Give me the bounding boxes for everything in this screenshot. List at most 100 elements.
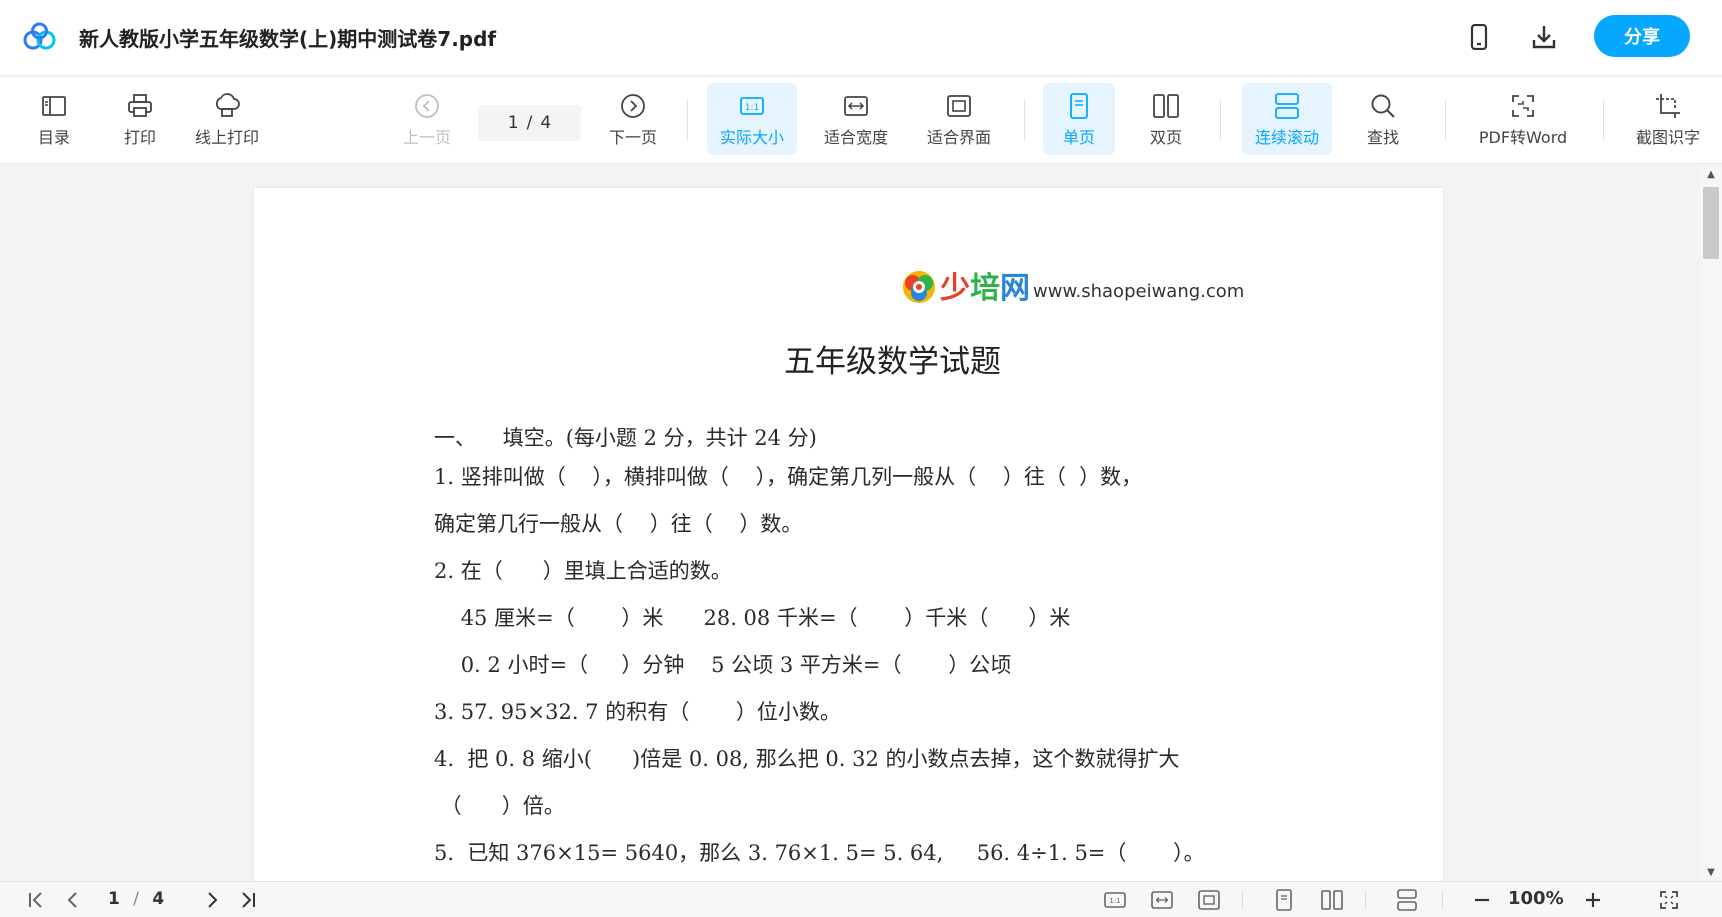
zoom-level: 100% xyxy=(1508,888,1564,909)
toc-button[interactable]: 目录 xyxy=(33,83,75,155)
next-page-icon[interactable] xyxy=(198,886,226,914)
first-page-icon[interactable] xyxy=(22,886,50,914)
single-page-button[interactable]: 单页 xyxy=(1043,83,1115,155)
actual-size-small-icon[interactable]: 1:1 xyxy=(1101,886,1129,914)
cloud-print-icon xyxy=(215,92,240,117)
fit-width-button[interactable]: 适合宽度 xyxy=(820,83,892,155)
status-current-page: 1 xyxy=(108,889,120,909)
question-line: （ ）倍。 xyxy=(434,794,565,818)
chevron-left-circle-icon xyxy=(415,93,439,118)
prev-page-label: 上一页 xyxy=(402,127,451,147)
document-viewer[interactable]: 少培网 www.shaopeiwang.com 五年级数学试题 一、 填空。(每… xyxy=(0,165,1700,881)
toolbar-divider xyxy=(1220,99,1221,141)
status-total-pages: 4 xyxy=(152,889,165,909)
actual-size-button[interactable]: 1:1 实际大小 xyxy=(707,83,797,155)
continuous-scroll-small-icon[interactable] xyxy=(1393,886,1421,914)
actual-size-icon: 1:1 xyxy=(740,96,764,115)
single-page-label: 单页 xyxy=(1062,127,1095,147)
scroll-down-arrow[interactable]: ▼ xyxy=(1700,863,1722,881)
baidu-netdisk-logo xyxy=(23,22,56,50)
exam-heading: 五年级数学试题 xyxy=(784,344,1001,380)
scrollbar-thumb[interactable] xyxy=(1703,187,1719,259)
logo-char-3: 网 xyxy=(1000,271,1030,306)
title-bar: 新人教版小学五年级数学(上)期中测试卷7.pdf 分享 xyxy=(0,0,1722,76)
total-pages: 4 xyxy=(540,113,552,133)
pdf-to-word-icon xyxy=(1512,94,1534,117)
question-line: 确定第几行一般从（ ）往（ ）数。 xyxy=(434,512,803,536)
question-line: 45 厘米=（ ）米 28. 08 千米=（ ）千米（ ）米 xyxy=(434,606,1071,630)
section-1-title: 一、 填空。(每小题 2 分，共计 24 分) xyxy=(434,426,817,450)
document-title: 新人教版小学五年级数学(上)期中测试卷7.pdf xyxy=(79,27,497,51)
double-page-button[interactable]: 双页 xyxy=(1130,83,1202,155)
status-bar: 1 / 4 1:1 100% xyxy=(0,881,1722,917)
logo-text: 少培网 xyxy=(940,274,1030,304)
find-label: 查找 xyxy=(1366,127,1399,147)
question-line: 0. 2 小时=（ ）分钟 5 公顷 3 平方米=（ ）公顷 xyxy=(434,653,1012,677)
toc-label: 目录 xyxy=(37,127,70,147)
single-page-small-icon[interactable] xyxy=(1270,886,1298,914)
fullscreen-icon[interactable] xyxy=(1655,886,1683,914)
fit-screen-label: 适合界面 xyxy=(926,127,991,147)
screenshot-ocr-button[interactable]: 截图识字 xyxy=(1630,83,1706,155)
toolbar-divider xyxy=(1445,99,1446,141)
question-line: 2. 在（ ）里填上合适的数。 xyxy=(434,559,732,583)
mobile-icon[interactable] xyxy=(1464,22,1494,52)
download-icon[interactable] xyxy=(1529,22,1559,52)
continuous-scroll-button[interactable]: 连续滚动 xyxy=(1242,83,1332,155)
scroll-up-arrow[interactable]: ▲ xyxy=(1700,165,1722,183)
pdf-to-word-label: PDF转Word xyxy=(1478,127,1568,147)
current-page: 1 xyxy=(507,113,519,133)
online-print-label: 线上打印 xyxy=(194,127,259,147)
next-page-button[interactable]: 下一页 xyxy=(604,83,662,155)
find-button[interactable]: 查找 xyxy=(1357,83,1409,155)
zoom-in-icon[interactable] xyxy=(1580,886,1606,914)
crop-icon xyxy=(1656,93,1680,118)
double-page-icon xyxy=(1153,93,1179,118)
logo-char-2: 培 xyxy=(970,271,1000,306)
flower-logo-icon xyxy=(903,271,935,303)
toolbar-divider xyxy=(687,99,688,141)
search-icon xyxy=(1371,94,1395,118)
printer-icon xyxy=(128,93,152,117)
continuous-scroll-icon xyxy=(1275,92,1299,119)
prev-page-button[interactable]: 上一页 xyxy=(398,83,456,155)
actual-size-label: 实际大小 xyxy=(719,127,784,147)
question-line: 1. 竖排叫做（ ），横排叫做（ ），确定第几列一般从（ ）往（ ）数， xyxy=(434,465,1143,489)
prev-page-icon[interactable] xyxy=(59,886,87,914)
fit-width-small-icon[interactable] xyxy=(1148,886,1176,914)
last-page-icon[interactable] xyxy=(234,886,262,914)
next-page-label: 下一页 xyxy=(608,127,657,147)
chevron-right-circle-icon xyxy=(621,93,645,118)
status-divider xyxy=(1365,891,1366,909)
double-page-label: 双页 xyxy=(1149,127,1182,147)
continuous-scroll-label: 连续滚动 xyxy=(1254,127,1319,147)
pdf-page: 少培网 www.shaopeiwang.com 五年级数学试题 一、 填空。(每… xyxy=(254,188,1443,881)
status-divider xyxy=(1442,891,1443,909)
svg-text:1:1: 1:1 xyxy=(745,103,759,113)
question-line: 5. 已知 376×15= 5640，那么 3. 76×1. 5= 5. 64,… xyxy=(434,841,1205,865)
question-line: 4. 把 0. 8 缩小( )倍是 0. 08, 那么把 0. 32 的小数点去… xyxy=(434,747,1180,771)
status-page-indicator: 1 / 4 xyxy=(108,889,164,909)
print-label: 打印 xyxy=(123,127,156,147)
single-page-icon xyxy=(1070,92,1088,119)
double-page-small-icon[interactable] xyxy=(1318,886,1346,914)
toolbar-divider xyxy=(1603,99,1604,141)
fit-screen-small-icon[interactable] xyxy=(1195,886,1223,914)
screenshot-ocr-label: 截图识字 xyxy=(1635,127,1700,147)
toolbar: 目录 打印 线上打印 上一页 1 / 4 下一页 1:1 实际大小 适合宽度 适… xyxy=(0,77,1722,164)
zoom-out-icon[interactable] xyxy=(1469,886,1495,914)
print-button[interactable]: 打印 xyxy=(119,83,161,155)
status-page-separator: / xyxy=(133,889,139,909)
fit-width-icon xyxy=(844,95,868,116)
fit-screen-button[interactable]: 适合界面 xyxy=(923,83,995,155)
vertical-scrollbar[interactable]: ▲ ▼ xyxy=(1700,165,1722,881)
toolbar-divider xyxy=(1024,99,1025,141)
share-button[interactable]: 分享 xyxy=(1594,15,1690,57)
fit-width-label: 适合宽度 xyxy=(823,127,888,147)
logo-char-1: 少 xyxy=(940,271,970,306)
status-divider xyxy=(1242,891,1243,909)
pdf-to-word-button[interactable]: PDF转Word xyxy=(1474,83,1572,155)
page-number-input[interactable]: 1 / 4 xyxy=(478,105,581,141)
online-print-button[interactable]: 线上打印 xyxy=(188,83,266,155)
logo-url: www.shaopeiwang.com xyxy=(1033,281,1245,302)
